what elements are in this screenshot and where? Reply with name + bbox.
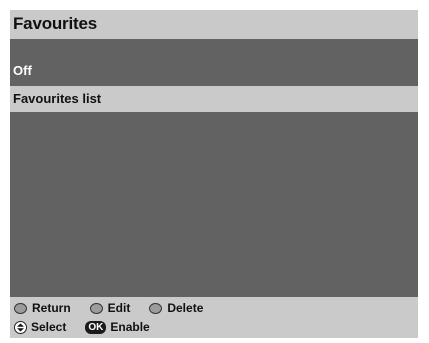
up-down-icon [14, 320, 27, 334]
menu-item-off[interactable]: Off [10, 58, 418, 84]
edit-label: Edit [107, 301, 131, 315]
select-key[interactable]: Select [14, 320, 66, 334]
return-button-icon [14, 302, 27, 314]
menu-item-favourites-list[interactable]: Favourites list [10, 86, 418, 112]
delete-label: Delete [167, 301, 204, 315]
page-title: Favourites [13, 14, 97, 33]
key-legend: Return Edit Delete Select OK Enable [10, 297, 418, 338]
edit-button-icon [89, 302, 103, 314]
key-legend-row: Return Edit Delete [14, 300, 222, 316]
return-label: Return [32, 301, 71, 315]
key-legend-row: Select OK Enable [14, 319, 169, 335]
edit-key[interactable]: Edit [89, 301, 131, 315]
enable-label: Enable [110, 320, 150, 334]
tv-menu-panel: Favourites Off Favourites list Return Ed… [10, 10, 418, 338]
delete-key[interactable]: Delete [149, 301, 203, 315]
title-bar: Favourites [10, 10, 418, 39]
ok-icon: OK [85, 320, 107, 334]
delete-button-icon [149, 302, 163, 314]
select-label: Select [31, 320, 67, 334]
enable-key[interactable]: OK Enable [85, 320, 150, 334]
return-key[interactable]: Return [14, 301, 71, 315]
